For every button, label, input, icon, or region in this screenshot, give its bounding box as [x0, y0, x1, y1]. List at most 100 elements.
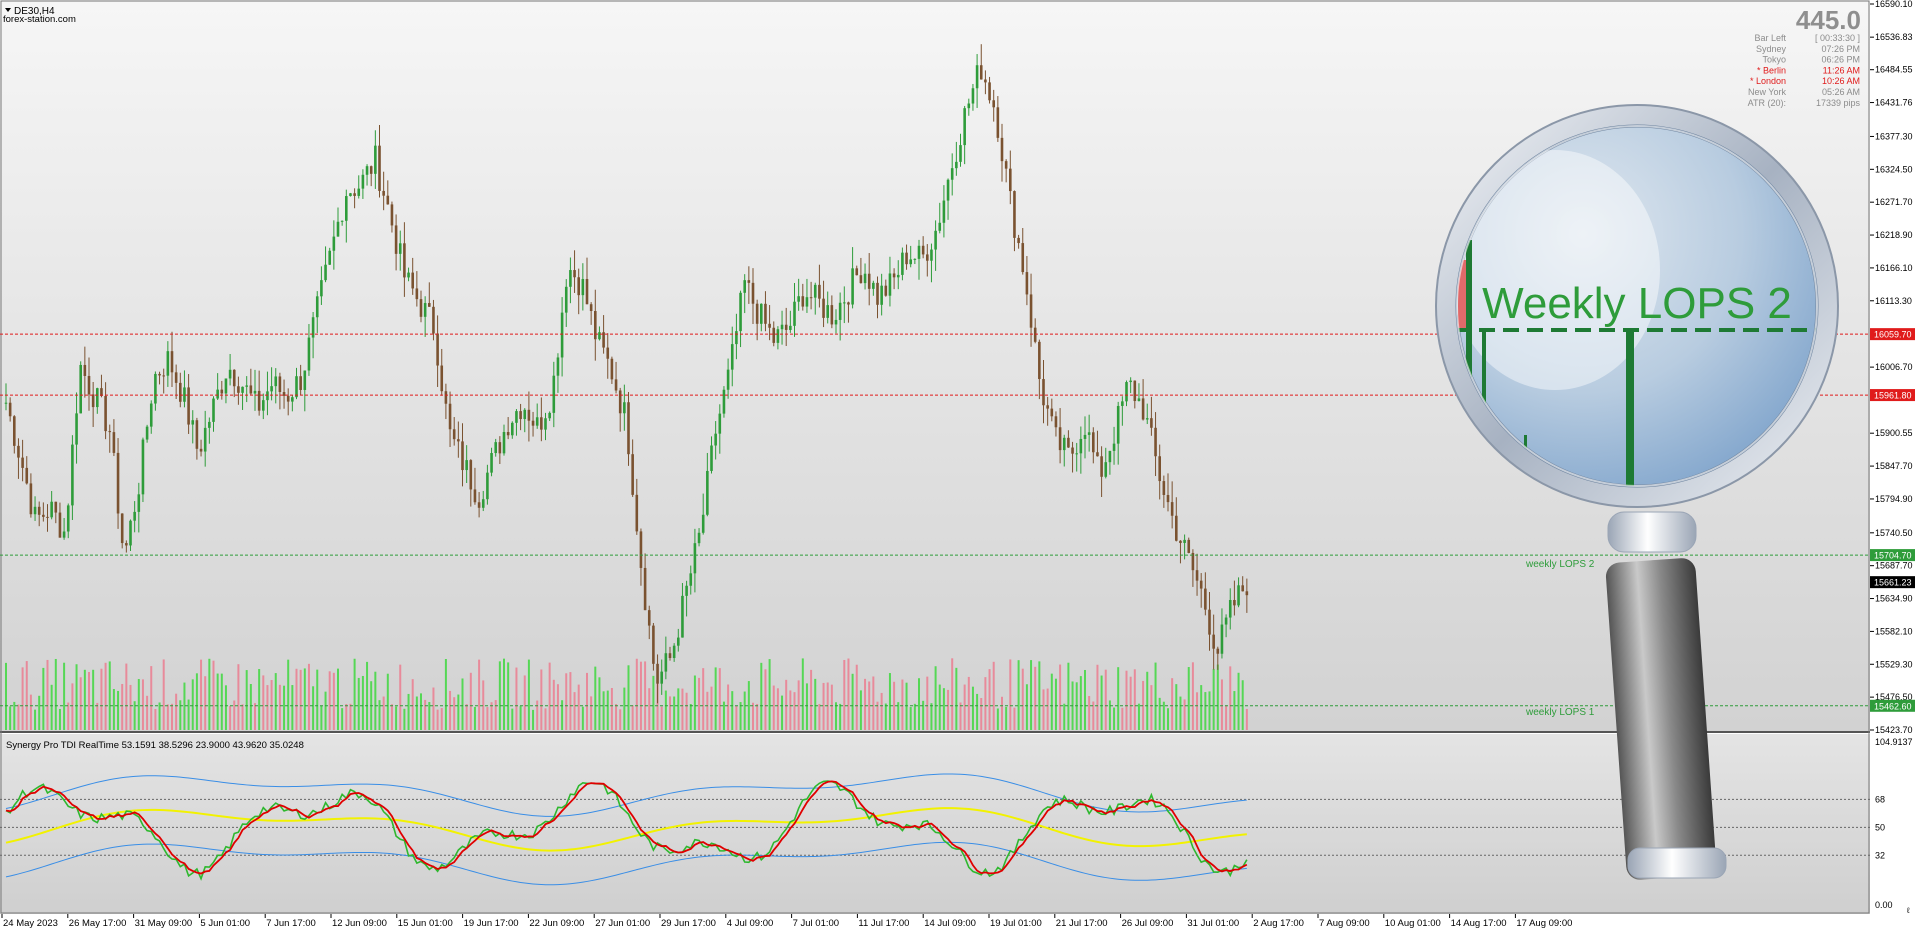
candle-body: [187, 387, 190, 425]
candle-body: [627, 402, 630, 455]
candle-body: [668, 653, 672, 658]
candle-body: [847, 302, 850, 305]
volume-bar: [909, 707, 912, 730]
candle-body: [490, 453, 493, 473]
candle-body: [224, 378, 228, 394]
volume-bar: [1108, 700, 1111, 730]
candle-body: [1228, 599, 1232, 618]
candle-body: [149, 403, 153, 427]
candle-body: [108, 431, 112, 433]
volume-bar: [262, 675, 265, 730]
volume-bar: [922, 700, 925, 730]
candle-body: [125, 543, 128, 546]
volume-bar: [349, 703, 352, 730]
candle-body: [523, 409, 527, 420]
candle-body: [921, 245, 925, 255]
volume-bar: [598, 677, 601, 730]
candle-body: [1145, 418, 1149, 420]
volume-bar: [21, 667, 24, 730]
candle-body: [519, 411, 522, 420]
candle-body: [378, 145, 381, 191]
volume-bar: [1212, 668, 1215, 730]
volume-bar: [1216, 664, 1219, 730]
time-axis-label: 24 May 2023: [3, 918, 58, 929]
indicator-axis-suffix: ℓ: [1906, 906, 1910, 915]
volume-bar: [880, 692, 883, 730]
candle-body: [232, 369, 236, 387]
candle-body: [531, 420, 535, 426]
candle-body: [166, 351, 170, 376]
candle-body: [1042, 379, 1045, 406]
volume-bar: [951, 658, 954, 730]
volume-bar: [374, 671, 377, 730]
candle-body: [444, 391, 448, 404]
volume-bar: [1046, 688, 1049, 730]
volume-bar: [320, 705, 323, 730]
volume-bar: [50, 684, 53, 730]
volume-bar: [357, 677, 360, 730]
price-axis-label: 16271.70: [1875, 197, 1913, 207]
info-row-value: 10:26 AM: [1822, 76, 1860, 86]
volume-bar: [121, 683, 124, 730]
info-row-label: Sydney: [1756, 44, 1787, 54]
volume-bar: [1021, 668, 1024, 730]
volume-bar: [888, 673, 891, 730]
candle-body: [1112, 443, 1116, 451]
magnifier-handle-cap: [1627, 847, 1727, 879]
volume-bar: [1187, 667, 1190, 730]
volume-bar: [71, 683, 74, 730]
volume-bar: [179, 700, 182, 730]
volume-bar: [1133, 669, 1136, 730]
volume-bar: [594, 666, 597, 730]
volume-bar: [801, 658, 804, 730]
volume-bar: [947, 689, 950, 730]
trading-chart[interactable]: DE30,H4 forex-station.com 445.0 Bar Left…: [0, 0, 1916, 933]
candle-body: [838, 302, 842, 320]
candle-body: [863, 273, 867, 284]
volume-bar: [851, 673, 854, 730]
time-axis-label: 31 Jul 01:00: [1187, 918, 1239, 929]
price-tag-label: 15661.23: [1874, 578, 1912, 588]
candle-body: [299, 376, 302, 390]
volume-bar: [212, 660, 215, 730]
volume-bar: [436, 709, 439, 730]
volume-bar: [644, 661, 647, 730]
volume-bar: [1137, 703, 1140, 730]
candle-body: [1187, 539, 1191, 553]
volume-bar: [1158, 697, 1161, 730]
candle-body: [17, 445, 20, 458]
volume-bar: [1005, 706, 1008, 730]
volume-bar: [1204, 692, 1207, 730]
candle-body: [54, 501, 58, 513]
candle-body: [801, 296, 805, 307]
candle-body: [768, 323, 771, 328]
candle-body: [942, 200, 946, 223]
candle-body: [25, 467, 29, 484]
time-axis-label: 7 Jul 01:00: [793, 918, 839, 929]
volume-bar: [162, 659, 165, 730]
volume-bar: [473, 706, 476, 730]
volume-bar: [1001, 696, 1003, 730]
candle-body: [614, 379, 618, 391]
candle-body: [747, 280, 751, 283]
volume-bar: [805, 683, 808, 730]
candle-body: [843, 302, 846, 304]
volume-bar: [648, 688, 651, 730]
volume-bar: [1059, 664, 1062, 730]
candle-body: [540, 417, 543, 430]
price-tag-label: 15462.60: [1874, 701, 1912, 711]
volume-bar: [942, 688, 945, 730]
indicator-pane-background: [0, 734, 1870, 914]
info-row-value: 11:26 AM: [1823, 65, 1860, 75]
volume-bar: [984, 677, 987, 730]
candle-body: [701, 514, 705, 533]
candle-body: [96, 388, 99, 408]
indicator-axis-label: 0.00: [1875, 900, 1893, 910]
volume-bar: [233, 700, 236, 730]
candle-body: [1141, 398, 1145, 420]
candle-body: [282, 392, 286, 396]
volume-bar: [38, 695, 41, 730]
volume-bar: [378, 700, 381, 730]
volume-bar: [1117, 667, 1120, 730]
candle-body: [13, 416, 16, 446]
